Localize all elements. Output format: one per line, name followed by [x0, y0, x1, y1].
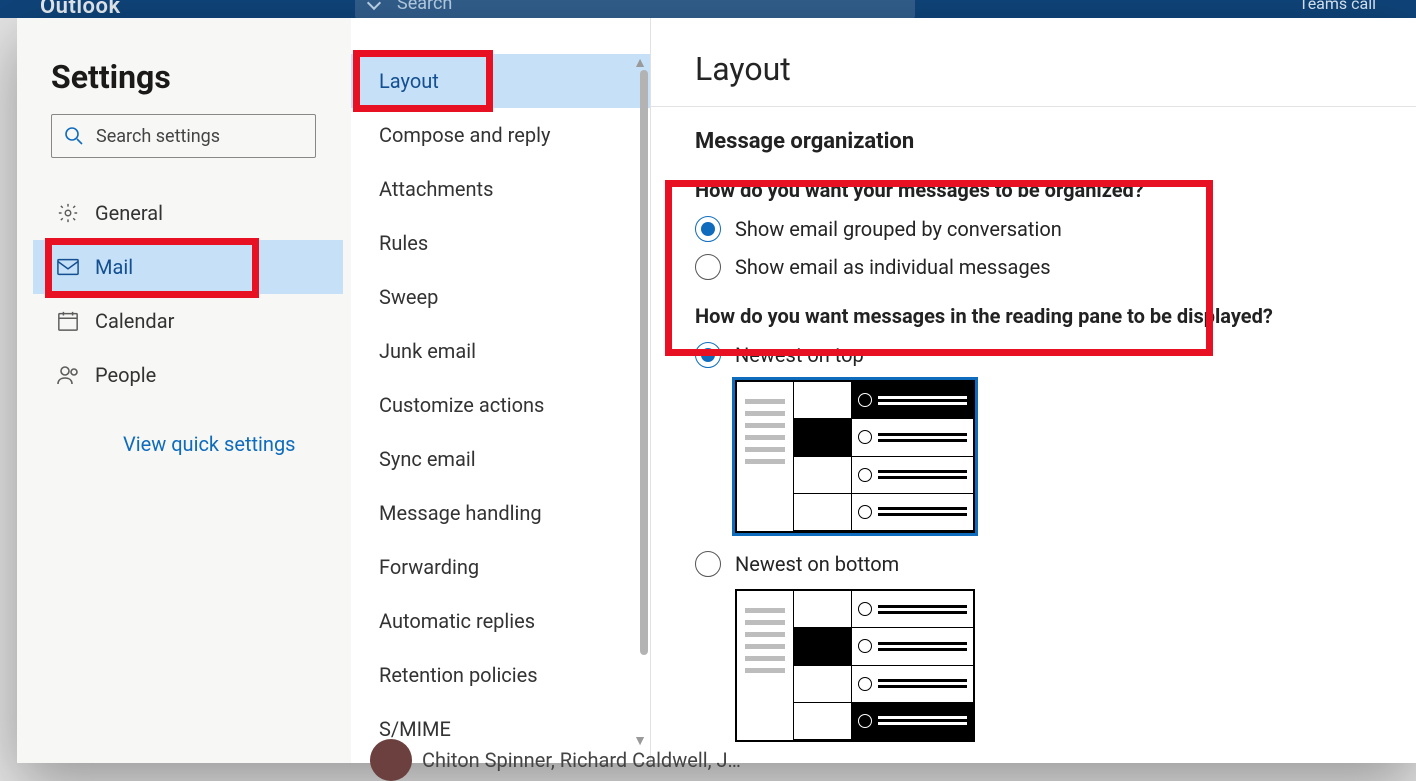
settings-panel: Settings Search settings General Mail	[17, 18, 1416, 763]
mid-item-forwarding[interactable]: Forwarding	[351, 540, 650, 594]
preview-newest-top[interactable]	[735, 380, 975, 533]
settings-nav: General Mail Calendar People	[51, 186, 331, 402]
mid-item-handling[interactable]: Message handling	[351, 486, 650, 540]
background-mail-text: Chiton Spinner, Richard Caldwell, J…	[422, 748, 741, 772]
global-search-placeholder: Search	[397, 0, 452, 14]
radio-grouped-conversation[interactable]: Show email grouped by conversation	[695, 216, 1376, 242]
app-topbar: Outlook Search Teams call	[0, 0, 1416, 18]
scroll-up-icon[interactable]: ▲	[633, 54, 647, 71]
radio-icon	[695, 342, 721, 368]
teams-call-label[interactable]: Teams call	[1299, 0, 1376, 13]
app-brand: Outlook	[40, 0, 121, 19]
radio-individual-messages[interactable]: Show email as individual messages	[695, 254, 1376, 280]
mail-icon	[57, 258, 95, 276]
global-search[interactable]: Search	[355, 0, 915, 18]
people-icon	[57, 365, 95, 385]
settings-mid-column: ▲ Layout Compose and reply Attachments R…	[351, 18, 651, 763]
nav-item-calendar[interactable]: Calendar	[33, 294, 343, 348]
mid-item-compose[interactable]: Compose and reply	[351, 108, 650, 162]
radio-icon	[695, 216, 721, 242]
nav-label: Mail	[95, 255, 133, 279]
nav-label: General	[95, 201, 163, 225]
avatar	[370, 739, 412, 781]
settings-content: Layout Message organization How do you w…	[651, 18, 1416, 763]
gear-icon	[57, 202, 95, 224]
view-quick-settings-link[interactable]: View quick settings	[123, 432, 331, 456]
mid-item-customize[interactable]: Customize actions	[351, 378, 650, 432]
mid-scrollbar[interactable]	[640, 70, 648, 655]
nav-item-general[interactable]: General	[33, 186, 343, 240]
mid-item-sync[interactable]: Sync email	[351, 432, 650, 486]
chevron-down-icon	[367, 0, 381, 10]
mid-item-layout[interactable]: Layout	[351, 54, 650, 108]
divider	[651, 106, 1416, 107]
page-title: Layout	[695, 50, 1376, 88]
settings-left-column: Settings Search settings General Mail	[17, 18, 351, 763]
mid-item-autoreply[interactable]: Automatic replies	[351, 594, 650, 648]
search-icon	[64, 126, 84, 146]
mid-item-attachments[interactable]: Attachments	[351, 162, 650, 216]
nav-label: People	[95, 363, 156, 387]
search-settings-placeholder: Search settings	[96, 126, 220, 147]
radio-icon	[695, 551, 721, 577]
radio-icon	[695, 254, 721, 280]
mid-item-retention[interactable]: Retention policies	[351, 648, 650, 702]
background-mail-row: Chiton Spinner, Richard Caldwell, J…	[370, 739, 741, 781]
question-organization: How do you want your messages to be orga…	[695, 178, 1376, 202]
nav-label: Calendar	[95, 309, 174, 333]
question-reading-order: How do you want messages in the reading …	[695, 304, 1376, 328]
nav-item-people[interactable]: People	[33, 348, 343, 402]
mid-item-sweep[interactable]: Sweep	[351, 270, 650, 324]
preview-newest-bottom[interactable]	[735, 589, 975, 742]
mid-item-junk[interactable]: Junk email	[351, 324, 650, 378]
search-settings-input[interactable]: Search settings	[51, 114, 316, 158]
settings-title: Settings	[51, 58, 331, 96]
mid-item-rules[interactable]: Rules	[351, 216, 650, 270]
radio-newest-bottom[interactable]: Newest on bottom	[695, 551, 1376, 577]
calendar-icon	[57, 310, 95, 332]
radio-newest-top[interactable]: Newest on top	[695, 342, 1376, 368]
section-message-organization: Message organization	[695, 129, 1376, 154]
nav-item-mail[interactable]: Mail	[33, 240, 343, 294]
